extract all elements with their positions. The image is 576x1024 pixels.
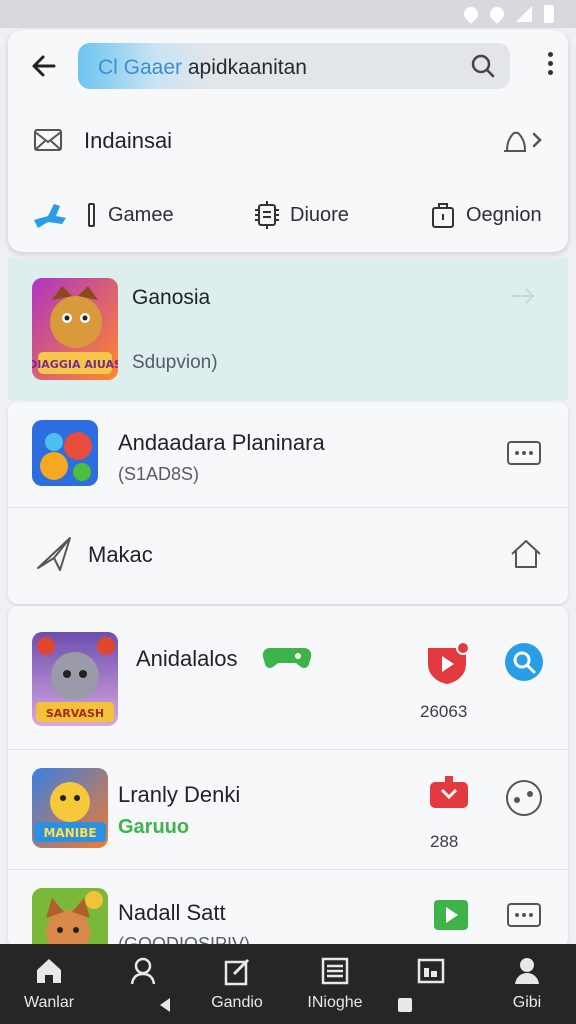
list-card-1: Andaadara Planinara (S1AD8S) Makac — [8, 402, 568, 604]
search-value: apidkaanitan — [182, 56, 307, 79]
item-subtitle: (S1AD8S) — [118, 464, 200, 484]
item-title: Andaadara Planinara — [118, 430, 325, 455]
item-badge: Garuuo — [118, 816, 190, 838]
bag-icon — [432, 203, 454, 228]
bottom-navigation: Wanlar Gandio INioghe Gibi — [0, 944, 576, 1024]
featured-subtitle: Sdupvion) — [132, 352, 218, 373]
list-item[interactable]: Andaadara Planinara (S1AD8S) — [8, 402, 568, 506]
nav-item-list[interactable]: INioghe — [290, 956, 380, 1012]
nav-item-edit[interactable]: Gandio — [192, 956, 282, 1012]
tab-label: Gamee — [108, 203, 174, 226]
system-back-button[interactable] — [160, 998, 170, 1012]
account-label: Indainsai — [84, 128, 173, 153]
app-thumb-text: MANIBE — [43, 826, 96, 840]
nav-item-gallery[interactable] — [386, 956, 476, 994]
system-home-button[interactable] — [398, 998, 412, 1012]
item-count: 288 — [430, 832, 459, 851]
back-button[interactable] — [28, 50, 60, 82]
account-row[interactable]: Indainsai — [8, 116, 568, 166]
chat-icon[interactable] — [506, 902, 542, 928]
arrow-left-icon — [32, 55, 56, 77]
home-outline-icon[interactable] — [508, 536, 544, 572]
list-item[interactable]: Nadall Satt (GOODIOSIPIV) — [8, 870, 568, 948]
tab-games[interactable]: Gamee — [86, 198, 174, 232]
app-thumbnail: SARVASH — [32, 632, 118, 726]
game-controller-icon — [88, 203, 95, 227]
gamepad-icon[interactable] — [504, 778, 544, 818]
wifi-icon-2 — [487, 4, 507, 24]
search-icon[interactable] — [470, 53, 496, 79]
list-icon — [321, 957, 349, 985]
edit-icon — [224, 958, 250, 986]
item-title: Lranly Denki — [118, 782, 241, 807]
search-input[interactable]: Cl Gaaer apidkaanitan — [78, 43, 510, 89]
home-icon — [37, 959, 61, 983]
header-card: Cl Gaaer apidkaanitan Indainsai Gamee Di… — [8, 30, 568, 252]
mail-icon — [34, 129, 62, 151]
signal-icon — [516, 6, 532, 22]
tab-region[interactable]: Oegnion — [430, 198, 542, 232]
featured-title: Ganosia — [132, 286, 211, 309]
list-item[interactable]: SARVASH Anidalalos 26063 — [8, 606, 568, 748]
tab-label: Oegnion — [466, 203, 542, 226]
gift-icon[interactable] — [426, 774, 472, 814]
list-item[interactable]: Makac — [8, 508, 568, 604]
wifi-icon — [461, 4, 481, 24]
item-title: Nadall Satt — [118, 900, 226, 925]
item-title: Anidalalos — [136, 646, 238, 671]
profile-icon — [515, 958, 539, 984]
category-tabs: Gamee Diuore Oegnion — [8, 190, 568, 240]
game-controller-icon — [262, 648, 312, 668]
app-thumbnail — [32, 420, 98, 486]
featured-item[interactable]: DIAGGIA AIUAS Ganosia Sdupvion) — [8, 258, 568, 400]
more-options-button[interactable] — [546, 52, 554, 80]
tab-devices[interactable]: Diuore — [254, 198, 349, 232]
featured-thumbnail: DIAGGIA AIUAS — [32, 278, 118, 380]
search-icon[interactable] — [504, 642, 544, 682]
nav-item-profile[interactable]: Gibi — [482, 956, 572, 1012]
play-button-icon[interactable] — [432, 898, 470, 932]
list-item[interactable]: MANIBE Lranly Denki Garuuo 288 — [8, 750, 568, 868]
paper-plane-icon — [37, 537, 71, 571]
gallery-icon — [417, 958, 445, 984]
video-shield-icon[interactable] — [424, 640, 470, 686]
item-title: Makac — [88, 542, 153, 567]
arrow-right-icon[interactable] — [510, 286, 538, 306]
status-bar — [0, 0, 576, 28]
battery-icon — [544, 5, 554, 23]
nav-label: Wanlar — [23, 994, 75, 1011]
list-card-2: SARVASH Anidalalos 26063 MANIBE Lranly D… — [8, 606, 568, 948]
search-prefix: Cl Gaaer — [98, 56, 183, 79]
nav-label: Gandio — [211, 994, 263, 1011]
nav-label: INioghe — [307, 994, 363, 1011]
featured-thumb-text: DIAGGIA AIUAS — [32, 358, 118, 371]
user-icon — [130, 957, 156, 985]
nav-label: Gibi — [512, 994, 542, 1011]
app-thumbnail — [32, 888, 108, 948]
nav-item-user[interactable] — [98, 956, 188, 994]
chat-icon[interactable] — [506, 440, 542, 466]
tab-label: Diuore — [290, 203, 349, 226]
bell-icon[interactable] — [498, 124, 544, 156]
item-count: 26063 — [420, 702, 468, 721]
chip-icon — [255, 201, 279, 229]
plane-icon[interactable] — [32, 200, 68, 230]
nav-item-home[interactable]: Wanlar — [4, 956, 94, 1012]
app-thumb-text: SARVASH — [46, 707, 104, 720]
app-thumbnail: MANIBE — [32, 768, 108, 848]
